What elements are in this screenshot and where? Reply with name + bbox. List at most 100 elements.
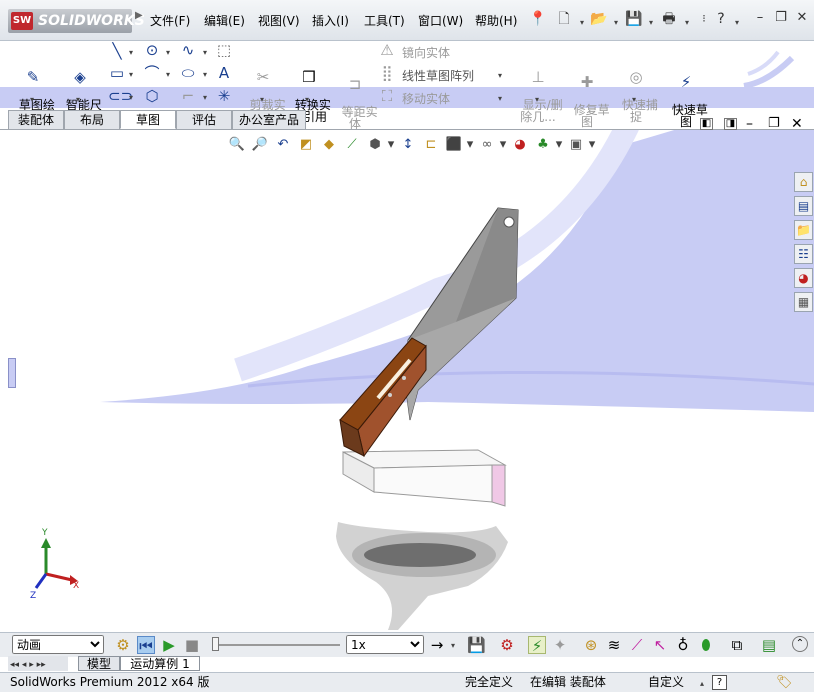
split-left-icon[interactable]: ◧	[700, 118, 713, 130]
slot-icon[interactable]: ⊂⊃	[108, 87, 133, 105]
open-dropdown-icon[interactable]: ▾	[608, 15, 624, 31]
spline-dropdown-icon[interactable]: ▾	[203, 48, 207, 57]
ellipse-icon[interactable]: ⬭	[179, 64, 197, 82]
autokey-icon[interactable]: ⚡	[528, 636, 546, 655]
spline-icon[interactable]: ∿	[179, 41, 197, 59]
circle-dropdown-icon[interactable]: ▾	[166, 48, 170, 57]
units-dropdown-icon[interactable]: ▴	[700, 674, 704, 693]
spring-icon[interactable]: ≋	[605, 636, 623, 654]
help-icon[interactable]: ?	[713, 11, 729, 27]
playback-mode-icon[interactable]: →	[428, 636, 446, 654]
mirror-icon[interactable]: ⚠	[378, 41, 396, 59]
circle-icon[interactable]: ⊙	[143, 41, 161, 59]
help-dropdown-icon[interactable]: ▾	[729, 15, 745, 31]
line-icon[interactable]: ╲	[108, 42, 126, 60]
motion-study-properties-icon[interactable]: ⧉	[728, 636, 746, 654]
stop-icon[interactable]: ■	[183, 636, 201, 654]
bottom-tab-model[interactable]: 模型	[78, 656, 120, 671]
rectangle-icon[interactable]: ▭	[108, 64, 126, 82]
task-pane-file-explorer-icon[interactable]: 📁	[794, 220, 813, 240]
rotate-view-icon[interactable]: ↕	[399, 136, 417, 154]
sketch-dropdown-icon[interactable]: ▾	[30, 95, 34, 104]
slot-dropdown-icon[interactable]: ▾	[129, 93, 133, 102]
split-right-icon[interactable]: ◨	[724, 118, 737, 130]
polygon-icon[interactable]: ⬡	[143, 87, 161, 105]
offset-entities-button[interactable]: ⊐ 等距实 体	[334, 52, 378, 130]
menu-insert[interactable]: 插入(I)	[312, 12, 349, 29]
expand-icon[interactable]: ⌃	[792, 636, 808, 652]
display-style-icon[interactable]: ⊏	[422, 136, 440, 154]
snaps-dropdown-icon[interactable]: ▾	[632, 95, 636, 104]
quick-snaps-button[interactable]: ◎ 快速捕 捉	[614, 45, 658, 123]
feature-tree-toggle[interactable]	[8, 358, 16, 388]
tab-office-products[interactable]: 办公室产品	[232, 110, 306, 129]
move-dropdown-icon[interactable]: ▾	[498, 94, 502, 103]
trim-dropdown-icon[interactable]: ▾	[260, 95, 264, 104]
zoom-to-fit-icon[interactable]: 🔍	[228, 136, 246, 154]
viewport-minimize-icon[interactable]: –	[746, 116, 753, 132]
dynamic-annotation-icon[interactable]: ◆	[320, 136, 338, 154]
tab-layout[interactable]: 布局	[64, 110, 120, 129]
text-icon[interactable]: A	[215, 64, 233, 82]
arc-icon[interactable]: ⌒	[143, 64, 161, 82]
view-orientation-dropdown-icon[interactable]: ▾	[382, 136, 400, 154]
new-dropdown-icon[interactable]: ▾	[574, 15, 590, 31]
tab-sketch[interactable]: 草图	[120, 110, 176, 129]
view-settings-dropdown-icon[interactable]: ▾	[583, 136, 601, 154]
display-style-dropdown-icon[interactable]: ▾	[461, 136, 479, 154]
graphics-viewport[interactable]: Y X Z	[8, 130, 814, 630]
play-from-start-icon[interactable]: ⏮	[137, 636, 155, 655]
arc-dropdown-icon[interactable]: ▾	[166, 70, 170, 79]
viewport-restore-icon[interactable]: ❐	[768, 116, 780, 131]
task-pane-view-palette-icon[interactable]: ☷	[794, 244, 813, 264]
fillet-icon[interactable]: ⌐	[179, 87, 197, 105]
play-icon[interactable]: ▶	[160, 636, 178, 654]
menu-help[interactable]: 帮助(H)	[475, 12, 517, 29]
add-key-icon[interactable]: ✦	[551, 636, 569, 654]
pin-icon[interactable]: ▶	[135, 10, 143, 21]
contact-icon[interactable]: ⟋	[628, 636, 646, 654]
section-view-icon[interactable]: ◩	[297, 136, 315, 154]
close-icon[interactable]: ✕	[794, 10, 810, 26]
appearance-icon[interactable]: ◕	[511, 136, 529, 154]
task-pane-home-icon[interactable]: ⌂	[794, 172, 813, 192]
playback-mode-dropdown-icon[interactable]: ▾	[451, 641, 455, 650]
print-icon[interactable]: 🖶	[661, 11, 677, 27]
minimize-icon[interactable]: –	[752, 10, 768, 26]
gravity-arrow-icon[interactable]: ↖	[651, 636, 669, 654]
fillet-dropdown-icon[interactable]: ▾	[203, 93, 207, 102]
more-icon[interactable]: ⁝	[696, 11, 712, 27]
task-pane-design-library-icon[interactable]: ▤	[794, 196, 813, 216]
animation-wizard-icon[interactable]: ⚙	[498, 636, 516, 654]
playback-speed-select[interactable]: 1x	[346, 635, 424, 654]
menu-edit[interactable]: 编辑(E)	[204, 12, 245, 29]
viewport-close-icon[interactable]: ✕	[791, 116, 803, 132]
tag-icon[interactable]: 🏷	[776, 673, 793, 692]
mirror-entities-label[interactable]: 镜向实体	[402, 44, 450, 61]
tab-assembly[interactable]: 装配体	[8, 110, 64, 129]
grid-snap-icon[interactable]: ⬚	[215, 41, 233, 59]
motor-icon[interactable]: ⊛	[582, 636, 600, 654]
menu-window[interactable]: 窗口(W)	[418, 12, 463, 29]
tab-scroll-arrows-icon[interactable]: ◂◂ ◂ ▸ ▸▸	[8, 660, 46, 670]
scene-dropdown-icon[interactable]: ▾	[550, 136, 568, 154]
linear-pattern-label[interactable]: 线性草图阵列	[402, 67, 474, 84]
linear-pattern-icon[interactable]: ⣿	[378, 64, 396, 82]
menu-pin-icon[interactable]: 📍	[529, 11, 546, 27]
print-dropdown-icon[interactable]: ▾	[679, 15, 695, 31]
ellipse-dropdown-icon[interactable]: ▾	[203, 70, 207, 79]
menu-tools[interactable]: 工具(T)	[364, 12, 405, 29]
show-delete-relations-button[interactable]: ⊥ 显示/删 除几...	[515, 45, 562, 123]
calculate-icon[interactable]: ⚙	[114, 636, 132, 654]
gravity-icon[interactable]: ♁	[674, 636, 692, 654]
status-units[interactable]: 自定义	[648, 673, 684, 692]
menu-file[interactable]: 文件(F)	[150, 12, 190, 29]
pattern-dropdown-icon[interactable]: ▾	[498, 71, 502, 80]
task-pane-appearances-icon[interactable]: ◕	[794, 268, 813, 288]
new-document-icon[interactable]: 🗋	[556, 11, 572, 27]
point-icon[interactable]: ✳	[215, 87, 233, 105]
quick-tips-icon[interactable]: ?	[712, 675, 727, 690]
tab-evaluate[interactable]: 评估	[176, 110, 232, 129]
solidworks-logo[interactable]: SW SOLIDWORKS	[8, 9, 145, 33]
study-type-select[interactable]: 动画	[12, 635, 104, 654]
